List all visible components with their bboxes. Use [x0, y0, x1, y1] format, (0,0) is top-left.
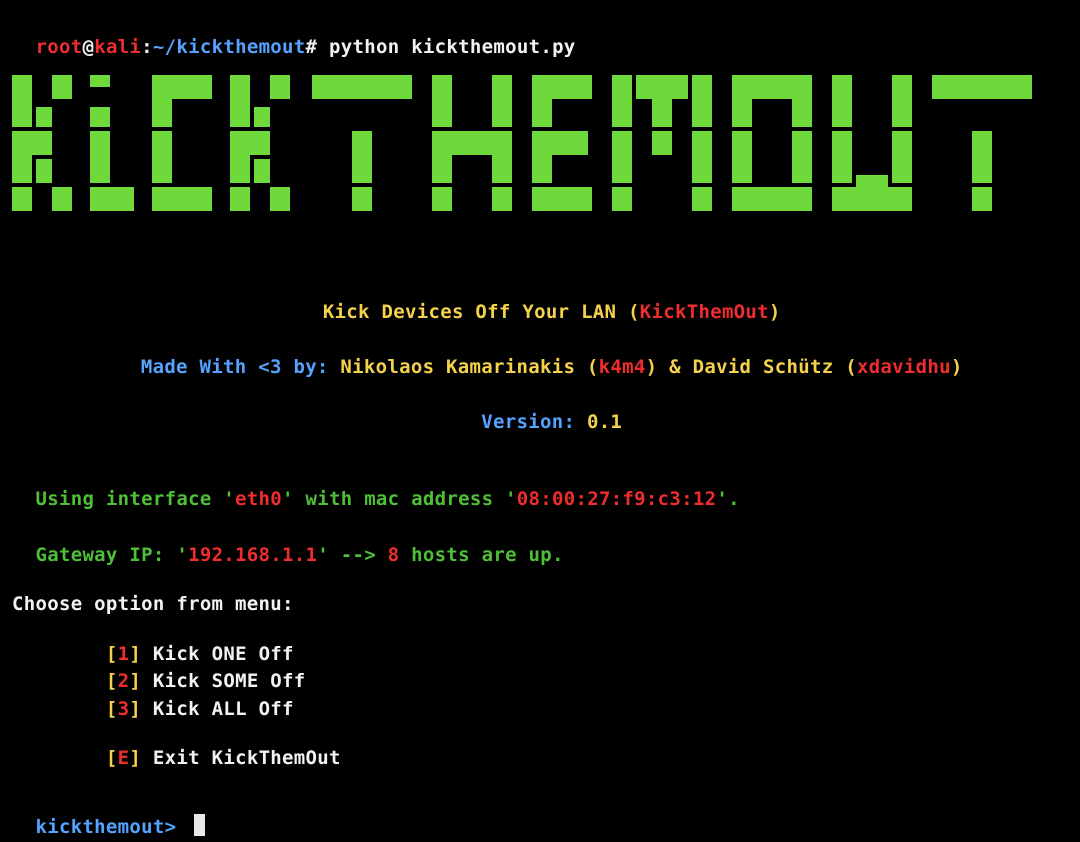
- prompt-at: @: [82, 36, 94, 58]
- sep: [141, 670, 153, 692]
- sep: [141, 643, 153, 665]
- bracket-close: ]: [129, 643, 141, 665]
- indent: [12, 643, 106, 665]
- gw-post: hosts are up.: [399, 544, 563, 566]
- bracket-open: [: [106, 698, 118, 720]
- indent: [12, 698, 106, 720]
- menu-key: 3: [118, 698, 130, 720]
- menu-key: E: [118, 747, 130, 769]
- menu-label: Kick ONE Off: [153, 643, 294, 665]
- menu-block: [1] Kick ONE Off [2] Kick SOME Off [3] K…: [12, 641, 1068, 773]
- input-prompt-line[interactable]: kickthemout>: [12, 787, 1068, 842]
- menu-key: 2: [118, 670, 130, 692]
- version-line: Version: 0.1: [12, 382, 1068, 437]
- bracket-close: ]: [129, 670, 141, 692]
- tagline-appname: KickThemOut: [640, 301, 769, 323]
- spacer: [12, 723, 1068, 745]
- prompt-hash: #: [306, 36, 318, 58]
- author2-handle: xdavidhu: [857, 356, 951, 378]
- spacer: [12, 569, 1068, 591]
- menu-label: Kick ALL Off: [153, 698, 294, 720]
- indent: [12, 670, 106, 692]
- tagline: Kick Devices Off Your LAN (KickThemOut): [12, 272, 1068, 327]
- spacer: [12, 619, 1068, 641]
- authors-line: Made With <3 by: Nikolaos Kamarinakis (k…: [12, 327, 1068, 382]
- menu-item[interactable]: [E] Exit KickThemOut: [12, 745, 1068, 773]
- prompt-colon: :: [141, 36, 153, 58]
- menu-key: 1: [118, 643, 130, 665]
- version-value: 0.1: [587, 411, 622, 433]
- authors-between: ) & David Schütz (: [646, 356, 857, 378]
- bracket-open: [: [106, 670, 118, 692]
- bracket-close: ]: [129, 747, 141, 769]
- tagline-text: Kick Devices Off Your LAN (: [323, 301, 640, 323]
- interface-line: Using interface 'eth0' with mac address …: [12, 459, 1068, 514]
- prompt-command: python kickthemout.py: [329, 36, 576, 58]
- version-label: Version:: [481, 411, 587, 433]
- bracket-open: [: [106, 747, 118, 769]
- bracket-open: [: [106, 643, 118, 665]
- tagline-close: ): [769, 301, 781, 323]
- ascii-banner: [12, 75, 1068, 254]
- spacer: [12, 437, 1068, 459]
- gw-mid: ' -->: [317, 544, 387, 566]
- cursor-icon: [194, 814, 205, 836]
- author1-name: Nikolaos Kamarinakis (: [340, 356, 598, 378]
- iface-mid: ' with mac address ': [282, 488, 517, 510]
- prompt-host: kali: [94, 36, 141, 58]
- indent: [12, 747, 106, 769]
- menu-item[interactable]: [1] Kick ONE Off: [12, 641, 1068, 669]
- gw-pre: Gateway IP: ': [35, 544, 188, 566]
- input-prompt: kickthemout>: [35, 816, 188, 838]
- sep: [141, 747, 153, 769]
- menu-label: Kick SOME Off: [153, 670, 306, 692]
- iface-pre: Using interface ': [35, 488, 235, 510]
- spacer: [12, 773, 1068, 787]
- authors-close: ): [951, 356, 963, 378]
- menu-label: Exit KickThemOut: [153, 747, 341, 769]
- gateway-line: Gateway IP: '192.168.1.1' --> 8 hosts ar…: [12, 514, 1068, 569]
- menu-item[interactable]: [2] Kick SOME Off: [12, 668, 1068, 696]
- prompt-user: root: [35, 36, 82, 58]
- iface-name: eth0: [235, 488, 282, 510]
- mac-address: 08:00:27:f9:c3:12: [517, 488, 717, 510]
- sep: [141, 698, 153, 720]
- hosts-count: 8: [388, 544, 400, 566]
- gw-ip: 192.168.1.1: [188, 544, 317, 566]
- prompt-space: [317, 36, 329, 58]
- author1-handle: k4m4: [599, 356, 646, 378]
- shell-prompt: root@kali:~/kickthemout# python kickthem…: [12, 6, 1068, 61]
- menu-heading: Choose option from menu:: [12, 591, 1068, 619]
- bracket-close: ]: [129, 698, 141, 720]
- authors-prefix: Made With <3 by:: [141, 356, 341, 378]
- prompt-path: ~/kickthemout: [153, 36, 306, 58]
- menu-item[interactable]: [3] Kick ALL Off: [12, 696, 1068, 724]
- iface-post: '.: [716, 488, 739, 510]
